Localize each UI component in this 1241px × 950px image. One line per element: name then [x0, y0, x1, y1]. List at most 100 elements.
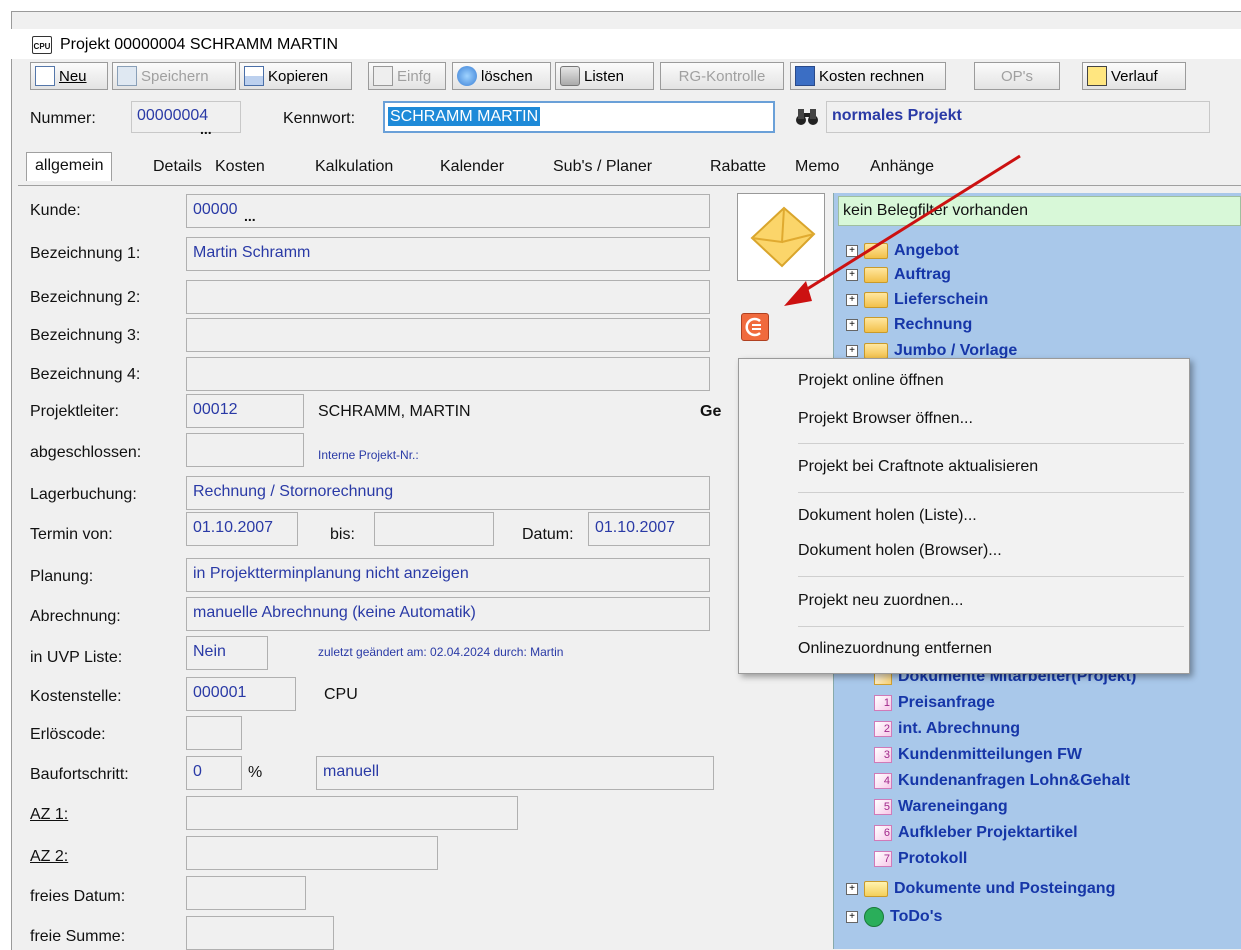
number-field[interactable]: 00000004	[131, 101, 241, 133]
menu-item-get-doc-list[interactable]: Dokument holen (Liste)...	[798, 507, 977, 525]
craftnote-button[interactable]	[741, 313, 769, 341]
freies-datum-field[interactable]	[186, 876, 306, 910]
az1-label[interactable]: AZ 1:	[30, 806, 68, 824]
tree-doc-aufkleber[interactable]: 6 Aufkleber Projektartikel	[874, 824, 1078, 842]
copy-icon	[244, 66, 264, 86]
menu-separator	[798, 492, 1184, 493]
erloescode-label: Erlöscode:	[30, 726, 106, 743]
abrechnung-field[interactable]: manuelle Abrechnung (keine Automatik)	[186, 597, 710, 631]
tab-subs-planer[interactable]: Sub's / Planer	[553, 158, 652, 176]
bez1-field[interactable]: Martin Schramm	[186, 237, 710, 271]
history-button[interactable]: Verlauf	[1082, 62, 1186, 90]
tree-doc-kundenmitteilungen[interactable]: 3 Kundenmitteilungen FW	[874, 746, 1082, 764]
tree-doc-preisanfrage[interactable]: 1 Preisanfrage	[874, 694, 995, 712]
projektleiter-code-field[interactable]: 00012	[186, 394, 304, 428]
termin-label: Termin von:	[30, 526, 113, 543]
kunde-lookup-ellipsis[interactable]: ...	[244, 208, 256, 224]
keyword-field[interactable]: SCHRAMM MARTIN	[383, 101, 775, 133]
menu-separator	[798, 626, 1184, 627]
erloescode-field[interactable]	[186, 716, 242, 750]
az2-label[interactable]: AZ 2:	[30, 848, 68, 866]
tab-allgemein[interactable]: allgemein	[26, 152, 113, 181]
expand-icon[interactable]: +	[846, 911, 858, 923]
menu-item-open-online[interactable]: Projekt online öffnen	[798, 372, 944, 390]
copy-button[interactable]: Kopieren	[239, 62, 352, 90]
tree-folder-todos[interactable]: + ToDo's	[846, 907, 942, 927]
number-lookup-ellipsis[interactable]: ...	[200, 121, 212, 137]
paste-icon	[373, 66, 393, 86]
abrechnung-label: Abrechnung:	[30, 608, 121, 625]
changed-info: zuletzt geändert am: 02.04.2024 durch: M…	[318, 645, 564, 659]
abgeschlossen-field[interactable]	[186, 433, 304, 467]
kunde-label: Kunde:	[30, 202, 81, 219]
menu-item-craftnote-update[interactable]: Projekt bei Craftnote aktualisieren	[798, 458, 1038, 476]
project-type-field: normales Projekt	[826, 101, 1210, 133]
tab-kosten[interactable]: Kosten	[215, 158, 265, 176]
menu-item-get-doc-browser[interactable]: Dokument holen (Browser)...	[798, 542, 1002, 560]
kunde-field[interactable]: 00000	[186, 194, 710, 228]
tab-kalender[interactable]: Kalender	[440, 158, 504, 176]
datum-label: Datum:	[522, 526, 574, 543]
tab-details[interactable]: Details	[153, 158, 202, 176]
datum-field[interactable]: 01.10.2007	[588, 512, 710, 546]
delete-icon	[457, 66, 477, 86]
az2-field[interactable]	[186, 836, 438, 870]
interne-nr-label: Interne Projekt-Nr.:	[318, 448, 419, 462]
save-button[interactable]: Speichern	[112, 62, 236, 90]
document-icon: 7	[874, 851, 892, 867]
keyword-label: Kennwort:	[283, 110, 356, 127]
craftnote-icon	[745, 317, 761, 337]
expand-icon[interactable]: +	[846, 345, 858, 357]
bez3-label: Bezeichnung 3:	[30, 327, 141, 344]
menu-item-open-browser[interactable]: Projekt Browser öffnen...	[798, 410, 973, 428]
tree-doc-wareneingang[interactable]: 5 Wareneingang	[874, 798, 1008, 816]
freies-datum-label: freies Datum:	[30, 888, 126, 905]
uvp-field[interactable]: Nein	[186, 636, 268, 670]
number-label: Nummer:	[30, 110, 96, 127]
menu-separator	[798, 576, 1184, 577]
tree-doc-kundenanfragen[interactable]: 4 Kundenanfragen Lohn&Gehalt	[874, 772, 1130, 790]
tab-divider	[18, 185, 1241, 186]
calc-costs-button[interactable]: Kosten rechnen	[790, 62, 946, 90]
lager-label: Lagerbuchung:	[30, 486, 137, 503]
binoculars-icon[interactable]	[795, 106, 819, 128]
bis-field[interactable]	[374, 512, 494, 546]
freie-summe-label: freie Summe:	[30, 928, 126, 945]
menu-item-remove-online[interactable]: Onlinezuordnung entfernen	[798, 640, 992, 658]
abgeschlossen-label: abgeschlossen:	[30, 444, 142, 461]
expand-icon[interactable]: +	[846, 319, 858, 331]
bez4-field[interactable]	[186, 357, 710, 391]
menu-item-reassign[interactable]: Projekt neu zuordnen...	[798, 592, 963, 610]
todo-icon	[864, 907, 884, 927]
bez2-field[interactable]	[186, 280, 710, 314]
bez3-field[interactable]	[186, 318, 710, 352]
lager-field[interactable]: Rechnung / Stornorechnung	[186, 476, 710, 510]
new-button[interactable]: Neu	[30, 62, 108, 90]
baufortschritt-mode-field[interactable]: manuell	[316, 756, 714, 790]
document-icon: 2	[874, 721, 892, 737]
tree-folder-posteingang[interactable]: + Dokumente und Posteingang	[846, 880, 1115, 898]
paste-button[interactable]: Einfg	[368, 62, 446, 90]
expand-icon[interactable]: +	[846, 883, 858, 895]
rg-check-button[interactable]: RG-Kontrolle	[660, 62, 784, 90]
delete-button[interactable]: löschen	[452, 62, 551, 90]
baufortschritt-field[interactable]: 0	[186, 756, 242, 790]
folder-icon	[864, 343, 888, 359]
az1-field[interactable]	[186, 796, 518, 830]
tree-doc-protokoll[interactable]: 7 Protokoll	[874, 850, 967, 868]
termin-field[interactable]: 01.10.2007	[186, 512, 298, 546]
kostenstelle-code-field[interactable]: 000001	[186, 677, 296, 711]
lists-button[interactable]: Listen	[555, 62, 654, 90]
tree-doc-abrechnung[interactable]: 2 int. Abrechnung	[874, 720, 1020, 738]
tab-kalkulation[interactable]: Kalkulation	[315, 158, 393, 176]
projektleiter-label: Projektleiter:	[30, 403, 119, 420]
uvp-label: in UVP Liste:	[30, 649, 123, 666]
freie-summe-field[interactable]	[186, 916, 334, 950]
ops-button[interactable]: OP's	[974, 62, 1060, 90]
menu-separator	[798, 443, 1184, 444]
document-icon: 3	[874, 747, 892, 763]
planung-field[interactable]: in Projektterminplanung nicht anzeigen	[186, 558, 710, 592]
document-icon: 6	[874, 825, 892, 841]
tab-rabatte[interactable]: Rabatte	[710, 158, 766, 176]
baufortschritt-label: Baufortschritt:	[30, 766, 129, 783]
